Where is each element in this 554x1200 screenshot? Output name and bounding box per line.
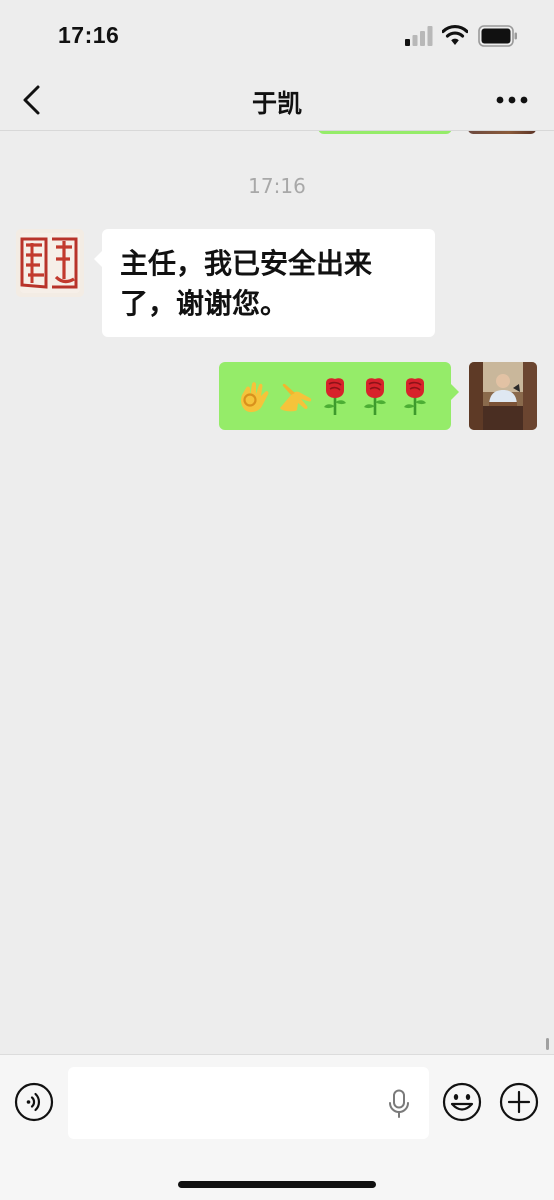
voice-mode-button[interactable] [14,1082,54,1122]
rose-emoji [404,378,426,415]
smiley-icon [442,1082,482,1122]
incoming-message-text: 主任，我已安全出来了，谢谢您。 [120,247,373,320]
chevron-left-icon [23,85,40,115]
chat-screen: 17:16 于凯 17:16 主任，我已安全出来了，谢谢您。 [0,0,554,1200]
message-input[interactable] [68,1067,429,1139]
message-timestamp: 17:16 [248,174,306,198]
ellipsis-icon [496,96,528,104]
battery-icon [478,25,517,47]
status-time: 17:16 [58,22,120,48]
pinching-hand-emoji [280,383,312,412]
scroll-indicator[interactable] [546,1038,549,1050]
more-options-button[interactable] [492,82,532,118]
input-bar [0,1054,554,1200]
chat-title: 于凯 [251,89,302,118]
ok-hand-emoji [241,382,269,413]
rose-emoji [364,378,386,415]
wifi-icon [442,24,468,45]
voice-mode-icon [14,1082,54,1122]
plus-circle-icon [499,1082,539,1122]
emoji-row [237,374,451,418]
back-button[interactable] [14,80,54,120]
my-avatar[interactable] [469,362,537,430]
cellular-signal-icon [405,26,433,46]
sticker-button[interactable] [442,1082,482,1122]
nav-bar: 于凯 [0,72,554,131]
photo-avatar [469,362,537,430]
outgoing-message-bubble[interactable] [219,362,459,430]
status-bar: 17:16 [0,0,554,72]
more-actions-button[interactable] [499,1082,539,1122]
home-indicator[interactable] [178,1181,376,1188]
red-seal-avatar [16,229,84,297]
microphone-icon[interactable] [387,1089,411,1119]
contact-avatar[interactable] [16,229,84,297]
incoming-message-bubble[interactable]: 主任，我已安全出来了，谢谢您。 [94,229,435,337]
rose-emoji [324,378,346,415]
